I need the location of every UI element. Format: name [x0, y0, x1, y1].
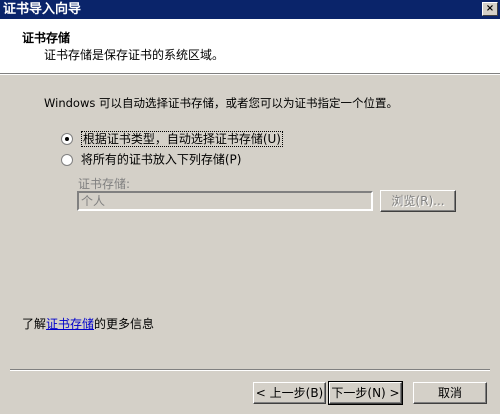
page-subtitle: 证书存储是保存证书的系统区域。 — [44, 48, 225, 62]
next-button[interactable]: 下一步(N) > — [328, 381, 403, 405]
auto-select-store-option[interactable]: 根据证书类型，自动选择证书存储(U) — [61, 130, 283, 147]
store-field: 个人 — [77, 191, 373, 211]
store-field-label: 证书存储: — [78, 177, 131, 191]
page-title: 证书存储 — [22, 31, 71, 45]
auto-select-label[interactable]: 根据证书类型，自动选择证书存储(U) — [80, 130, 283, 147]
learn-suffix: 的更多信息 — [94, 317, 155, 331]
window-title: 证书导入向导 — [3, 2, 82, 17]
title-bar: 证书导入向导 × — [0, 0, 500, 19]
specify-store-option[interactable]: 将所有的证书放入下列存储(P) — [61, 151, 241, 167]
specify-store-radio[interactable] — [61, 153, 73, 166]
close-button[interactable]: × — [482, 2, 498, 16]
back-button[interactable]: < 上一步(B) — [253, 382, 326, 404]
header-divider — [0, 73, 500, 75]
footer-divider — [10, 369, 490, 371]
learn-more-link[interactable]: 证书存储 — [46, 317, 94, 331]
learn-prefix: 了解 — [22, 317, 47, 331]
close-icon: × — [485, 3, 495, 14]
description-text: Windows 可以自动选择证书存储，或者您可以为证书指定一个位置。 — [44, 96, 398, 110]
browse-button: 浏览(R)... — [380, 190, 456, 212]
wizard-header: 证书存储 证书存储是保存证书的系统区域。 — [0, 19, 500, 73]
cancel-button[interactable]: 取消 — [413, 382, 487, 404]
auto-select-radio[interactable] — [61, 132, 73, 145]
specify-store-label[interactable]: 将所有的证书放入下列存储(P) — [81, 153, 242, 167]
learn-more-text: 了解证书存储的更多信息 — [22, 315, 154, 332]
